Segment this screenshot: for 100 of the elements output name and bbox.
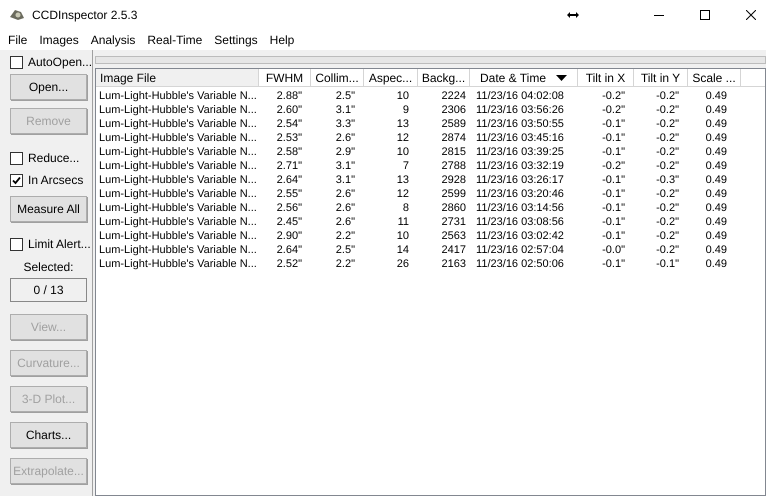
table-cell-text: Lum-Light-Hubble's Variable N... (98, 229, 258, 243)
menu-item[interactable]: Help (264, 31, 300, 49)
table-cell-text: -0.2" (655, 201, 680, 215)
maximize-icon[interactable] (700, 10, 710, 20)
table-cell-text: 2.5" (334, 89, 356, 103)
table-cell-text: 2.55" (276, 187, 303, 201)
table-cell-text: -0.2" (655, 229, 680, 243)
table-cell-text: 11 (396, 215, 410, 229)
table-cell-text: -0.1" (601, 257, 626, 271)
table-cell-text: -0.1" (601, 187, 626, 201)
table-cell-text: 26 (396, 257, 410, 271)
table-cell-text: -0.1" (601, 117, 626, 131)
table-cell-text: -0.2" (655, 131, 680, 145)
table-cell-text: 0.49 (704, 201, 728, 215)
table-cell-text: 2.6" (334, 201, 356, 215)
table-cell-text: 2.58" (276, 145, 303, 159)
table-cell-text: 2163 (440, 257, 467, 271)
menu-item[interactable]: File (2, 31, 34, 49)
table-cell-text: -0.1" (601, 173, 626, 187)
table-cell-text: 2417 (440, 243, 467, 257)
table-cell-text: 2.90" (276, 229, 303, 243)
table-cell-text: -0.2" (655, 89, 680, 103)
selection-count: 0 / 13 (10, 278, 87, 302)
table-cell-text: Lum-Light-Hubble's Variable N... (98, 215, 258, 229)
menu-item[interactable]: Settings (208, 31, 264, 49)
table-cell-text: 2.5" (334, 243, 356, 257)
table-cell-text: 2306 (440, 103, 467, 117)
close-icon[interactable] (746, 10, 756, 20)
table-cell-text: 11/23/16 03:32:19 (475, 159, 565, 173)
table-cell-text: 12 (396, 187, 410, 201)
table-cell-text: -0.2" (655, 159, 680, 173)
table-cell-text: 11/23/16 03:02:42 (475, 229, 565, 243)
table-cell-text: -0.2" (655, 215, 680, 229)
checkbox[interactable] (10, 174, 23, 186)
table-cell-text: -0.1" (601, 201, 626, 215)
table-cell-text: 11/23/16 04:02:08 (475, 89, 565, 103)
sidebar-button[interactable]: Open... (10, 74, 87, 100)
table-cell-text: 2.52" (276, 257, 303, 271)
table-cell-text: Lum-Light-Hubble's Variable N... (98, 103, 258, 117)
table-cell-text: 0.49 (704, 145, 728, 159)
table-cell-text: 10 (396, 229, 410, 243)
table-cell-text: 2589 (440, 117, 467, 131)
table-cell-text: 2.64" (276, 173, 303, 187)
table-cell-text: 11/23/16 02:57:04 (475, 243, 565, 257)
menu-item[interactable]: Analysis (84, 31, 142, 49)
table-cell-text: 2.2" (334, 229, 356, 243)
checkbox[interactable] (10, 238, 23, 250)
table-cell-text: Lum-Light-Hubble's Variable N... (98, 201, 258, 215)
window-title: CCDInspector 2.5.3 (32, 7, 138, 24)
table-cell-text: -0.2" (655, 117, 680, 131)
table-cell-text: 9 (402, 103, 410, 117)
table-cell-text: Lum-Light-Hubble's Variable N... (98, 187, 258, 201)
table-cell-text: Lum-Light-Hubble's Variable N... (98, 159, 258, 173)
table-cell-text: -0.2" (655, 145, 680, 159)
table-cell-text: 14 (396, 243, 410, 257)
table-cell-text: 11/23/16 03:50:55 (475, 117, 565, 131)
table-cell-text: 3.1" (334, 159, 356, 173)
table-cell-text: 2.60" (276, 103, 303, 117)
checkbox[interactable] (10, 56, 23, 68)
selected-label: Selected: (23, 259, 74, 276)
table-cell-text: -0.0" (601, 243, 626, 257)
table-cell-text: 2.56" (276, 201, 303, 215)
table-cell-text: 0.49 (704, 131, 728, 145)
table-cell-text: 2.6" (334, 187, 356, 201)
table-cell-text: 10 (396, 89, 410, 103)
table-cell-text: 2928 (440, 173, 467, 187)
resize-cursor-icon (567, 11, 579, 19)
sidebar-button[interactable]: Measure All (10, 196, 87, 222)
menu-item[interactable]: Real-Time (141, 31, 208, 49)
table-cell-text: 2860 (440, 201, 467, 215)
table-cell-text: 11/23/16 03:56:26 (475, 103, 565, 117)
table-cell-text: 2.2" (334, 257, 356, 271)
table-cell-text: 2788 (440, 159, 467, 173)
menu-item[interactable]: Images (33, 31, 85, 49)
table-cell-text: 12 (396, 131, 410, 145)
checkbox-label: AutoOpen... (28, 54, 92, 71)
table-cell-text: 0.49 (704, 229, 728, 243)
table-cell-text: -0.2" (655, 187, 680, 201)
table-cell-text: 2.45" (276, 215, 303, 229)
sidebar-button[interactable]: Charts... (10, 422, 87, 448)
table-cell-text: 11/23/16 03:39:25 (475, 145, 565, 159)
table-cell-text: 2563 (440, 229, 467, 243)
table-cell-text: 11/23/16 03:14:56 (475, 201, 565, 215)
table-cell-text: -0.1" (601, 131, 626, 145)
table-cell-text: 13 (396, 117, 410, 131)
table-cell-text: 0.49 (704, 187, 728, 201)
table-cell-text: 2731 (440, 215, 467, 229)
table-cell-text: -0.2" (655, 103, 680, 117)
table-cell-text: -0.2" (601, 89, 626, 103)
table-cell-text: Lum-Light-Hubble's Variable N... (98, 257, 258, 271)
table-cell-text: -0.2" (655, 243, 680, 257)
column-header[interactable]: Image File (96, 69, 259, 86)
table-cell-text: -0.3" (655, 173, 680, 187)
table-cell-text: Lum-Light-Hubble's Variable N... (98, 145, 258, 159)
checkbox[interactable] (10, 152, 23, 164)
table-cell-text: 7 (402, 159, 410, 173)
table-cell-text: 2874 (440, 131, 467, 145)
checkbox-label: Reduce... (28, 150, 80, 167)
table-cell-text: Lum-Light-Hubble's Variable N... (98, 173, 258, 187)
table-cell-text: 0.49 (704, 257, 728, 271)
